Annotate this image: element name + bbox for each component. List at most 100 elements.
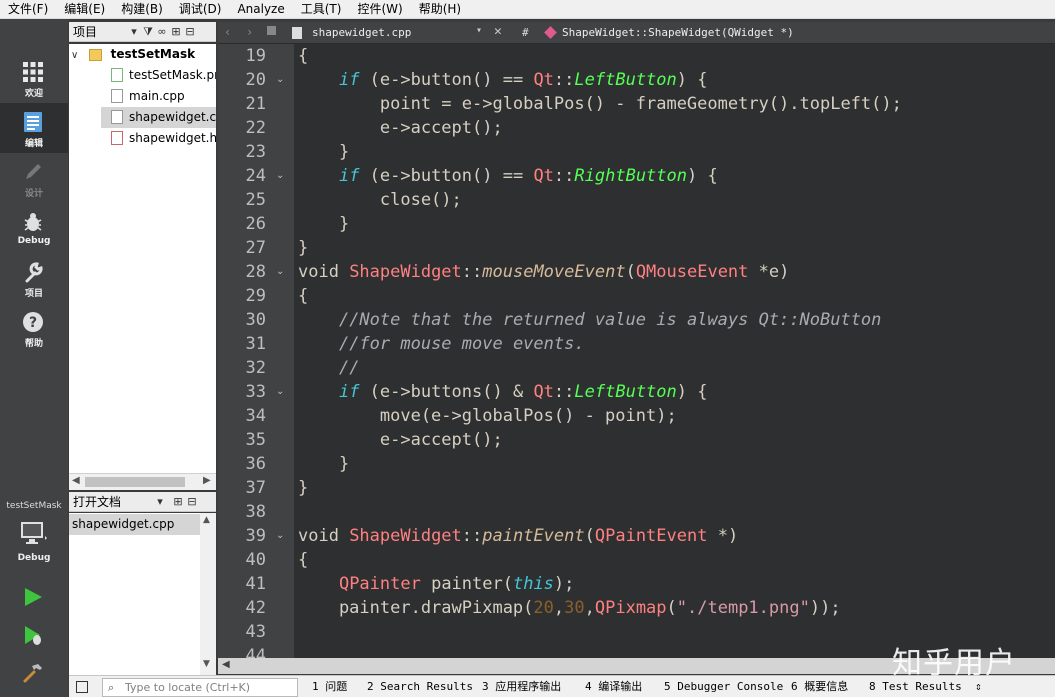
close-icon[interactable]: ✕ bbox=[494, 24, 502, 39]
qt-creator-window: 文件(F) 编辑(E) 构建(B) 调试(D) Analyze 工具(T) 控件… bbox=[0, 0, 1055, 697]
code-token: ShapeWidget bbox=[349, 526, 462, 546]
code-token: ShapeWidget bbox=[349, 262, 462, 282]
scroll-left-icon[interactable]: ◀ bbox=[222, 659, 230, 670]
menu-debug[interactable]: 调试(D) bbox=[171, 0, 230, 19]
back-icon[interactable]: ‹ bbox=[224, 25, 231, 39]
menu-file[interactable]: 文件(F) bbox=[0, 0, 56, 19]
code-line: e->accept(); bbox=[298, 428, 503, 452]
close-panel-icon[interactable]: ⊟ bbox=[183, 25, 197, 38]
code-token: ( bbox=[625, 262, 636, 282]
line-number: 34 bbox=[245, 406, 266, 426]
code-token: , bbox=[584, 598, 595, 618]
code-token: :: bbox=[553, 382, 575, 402]
fold-marker-icon[interactable]: ⌄ bbox=[276, 164, 286, 188]
fold-marker-icon[interactable]: ⌄ bbox=[276, 260, 286, 284]
forward-icon[interactable]: › bbox=[246, 25, 253, 39]
menu-analyze[interactable]: Analyze bbox=[229, 0, 292, 19]
code-token: } bbox=[298, 478, 309, 498]
code-token: 20 bbox=[533, 598, 554, 618]
scroll-left-icon[interactable]: ◀ bbox=[72, 475, 80, 486]
symbol-selector[interactable]: ShapeWidget::ShapeWidget(QWidget *) bbox=[562, 22, 794, 44]
output-tab-compile-output[interactable]: 4 编译输出 bbox=[585, 676, 642, 697]
output-tab-search-results[interactable]: 2 Search Results bbox=[367, 676, 473, 697]
chevron-down-icon[interactable]: ▾ bbox=[476, 25, 482, 36]
code-line: } bbox=[298, 452, 349, 476]
open-document-item[interactable]: shapewidget.cpp bbox=[69, 514, 200, 535]
scroll-down-icon[interactable]: ▼ bbox=[203, 659, 210, 669]
locator-input[interactable]: ⌕ Type to locate (Ctrl+K) bbox=[102, 678, 298, 697]
close-panel-icon[interactable]: ⊟ bbox=[185, 495, 199, 508]
code-token: QMouseEvent bbox=[635, 262, 749, 282]
link-icon[interactable]: ∞ bbox=[155, 25, 169, 38]
output-tab-issues[interactable]: 1 问题 bbox=[312, 676, 347, 697]
code-token: //Note that the returned value is always… bbox=[338, 310, 882, 330]
editor-file-selector[interactable]: shapewidget.cpp bbox=[312, 22, 482, 44]
fold-marker-icon[interactable]: ⌄ bbox=[276, 524, 286, 548]
mode-projects[interactable]: 项目 bbox=[0, 253, 68, 303]
menu-widgets[interactable]: 控件(W) bbox=[349, 0, 410, 19]
mode-debug[interactable]: Debug bbox=[0, 203, 68, 253]
output-tab-general-messages[interactable]: 6 概要信息 bbox=[791, 676, 848, 697]
toggle-sidebar-icon[interactable] bbox=[76, 681, 88, 693]
code-line: if (e->buttons() & Qt::LeftButton) { bbox=[298, 380, 708, 404]
tree-root[interactable]: ∨ testSetMask bbox=[71, 44, 195, 65]
code-token: ); bbox=[553, 574, 575, 594]
debug-run-button[interactable] bbox=[22, 624, 44, 646]
output-tab-app-output[interactable]: 3 应用程序输出 bbox=[482, 676, 561, 697]
code-token: )); bbox=[809, 598, 841, 618]
filter-icon[interactable]: ⧩ bbox=[141, 25, 155, 39]
project-tree-hscroll[interactable]: ◀ ▶ bbox=[69, 473, 216, 490]
mode-design-label: 设计 bbox=[24, 189, 43, 199]
mode-edit[interactable]: 编辑 bbox=[0, 103, 68, 153]
scroll-thumb[interactable] bbox=[85, 477, 185, 487]
split-icon[interactable]: ⊞ bbox=[171, 495, 185, 508]
qt-project-file-icon bbox=[111, 67, 123, 82]
code-token: if bbox=[338, 166, 360, 186]
chevron-down-icon[interactable]: ▾ bbox=[153, 495, 167, 508]
code-line: //for mouse move events. bbox=[298, 332, 585, 356]
line-number: 23 bbox=[245, 142, 266, 162]
kit-selector[interactable] bbox=[20, 521, 48, 547]
chevron-down-icon[interactable]: ▾ bbox=[127, 25, 141, 38]
fold-marker-icon[interactable]: ⌄ bbox=[276, 380, 286, 404]
code-token: :: bbox=[461, 262, 483, 282]
code-token: Qt bbox=[533, 166, 554, 186]
tree-file-item[interactable]: shapewidget.h bbox=[69, 128, 216, 149]
fold-marker-icon[interactable]: ⌄ bbox=[276, 68, 286, 92]
method-icon bbox=[544, 26, 557, 39]
run-button[interactable] bbox=[22, 586, 44, 608]
tree-file-item[interactable]: main.cpp bbox=[69, 86, 216, 107]
menu-build[interactable]: 构建(B) bbox=[113, 0, 171, 19]
mode-welcome[interactable]: 欢迎 bbox=[0, 53, 68, 103]
code-token: QPainter bbox=[338, 574, 421, 594]
output-tab-debugger-console[interactable]: 5 Debugger Console bbox=[664, 676, 783, 697]
code-token: :: bbox=[553, 70, 575, 90]
mode-design[interactable]: 设计 bbox=[0, 153, 68, 203]
grid-icon bbox=[23, 62, 43, 82]
line-number: 22 bbox=[245, 118, 266, 138]
projects-view-selector[interactable]: 项目 bbox=[69, 23, 127, 40]
tree-file-item[interactable]: testSetMask.pr bbox=[69, 65, 216, 86]
line-number: 30 bbox=[245, 310, 266, 330]
open-docs-title[interactable]: 打开文档 bbox=[69, 493, 153, 510]
code-token: 30 bbox=[564, 598, 585, 618]
code-token: :: bbox=[553, 166, 575, 186]
mode-help[interactable]: ? 帮助 bbox=[0, 303, 68, 353]
menu-edit[interactable]: 编辑(E) bbox=[56, 0, 113, 19]
open-docs-vscroll[interactable]: ▲ ▼ bbox=[200, 513, 216, 675]
code-editor[interactable]: { if (e->button() == Qt::LeftButton) { p… bbox=[294, 44, 1055, 658]
code-token: } bbox=[298, 214, 350, 234]
build-button[interactable] bbox=[22, 662, 44, 684]
scroll-right-icon[interactable]: ▶ bbox=[203, 475, 211, 486]
split-icon[interactable]: ⊞ bbox=[169, 25, 183, 38]
scroll-up-icon[interactable]: ▲ bbox=[203, 515, 210, 525]
mode-debug-label: Debug bbox=[17, 236, 51, 246]
mode-selector: 欢迎 编辑 设计 Debug 项目 ? 帮助 testSetMask Debug bbox=[0, 19, 68, 697]
menu-tools[interactable]: 工具(T) bbox=[293, 0, 350, 19]
code-token: Qt bbox=[533, 70, 554, 90]
collapse-arrow-icon[interactable]: ∨ bbox=[71, 45, 85, 66]
menu-help[interactable]: 帮助(H) bbox=[411, 0, 469, 19]
tree-file-item-selected[interactable]: shapewidget.cp bbox=[101, 107, 216, 128]
